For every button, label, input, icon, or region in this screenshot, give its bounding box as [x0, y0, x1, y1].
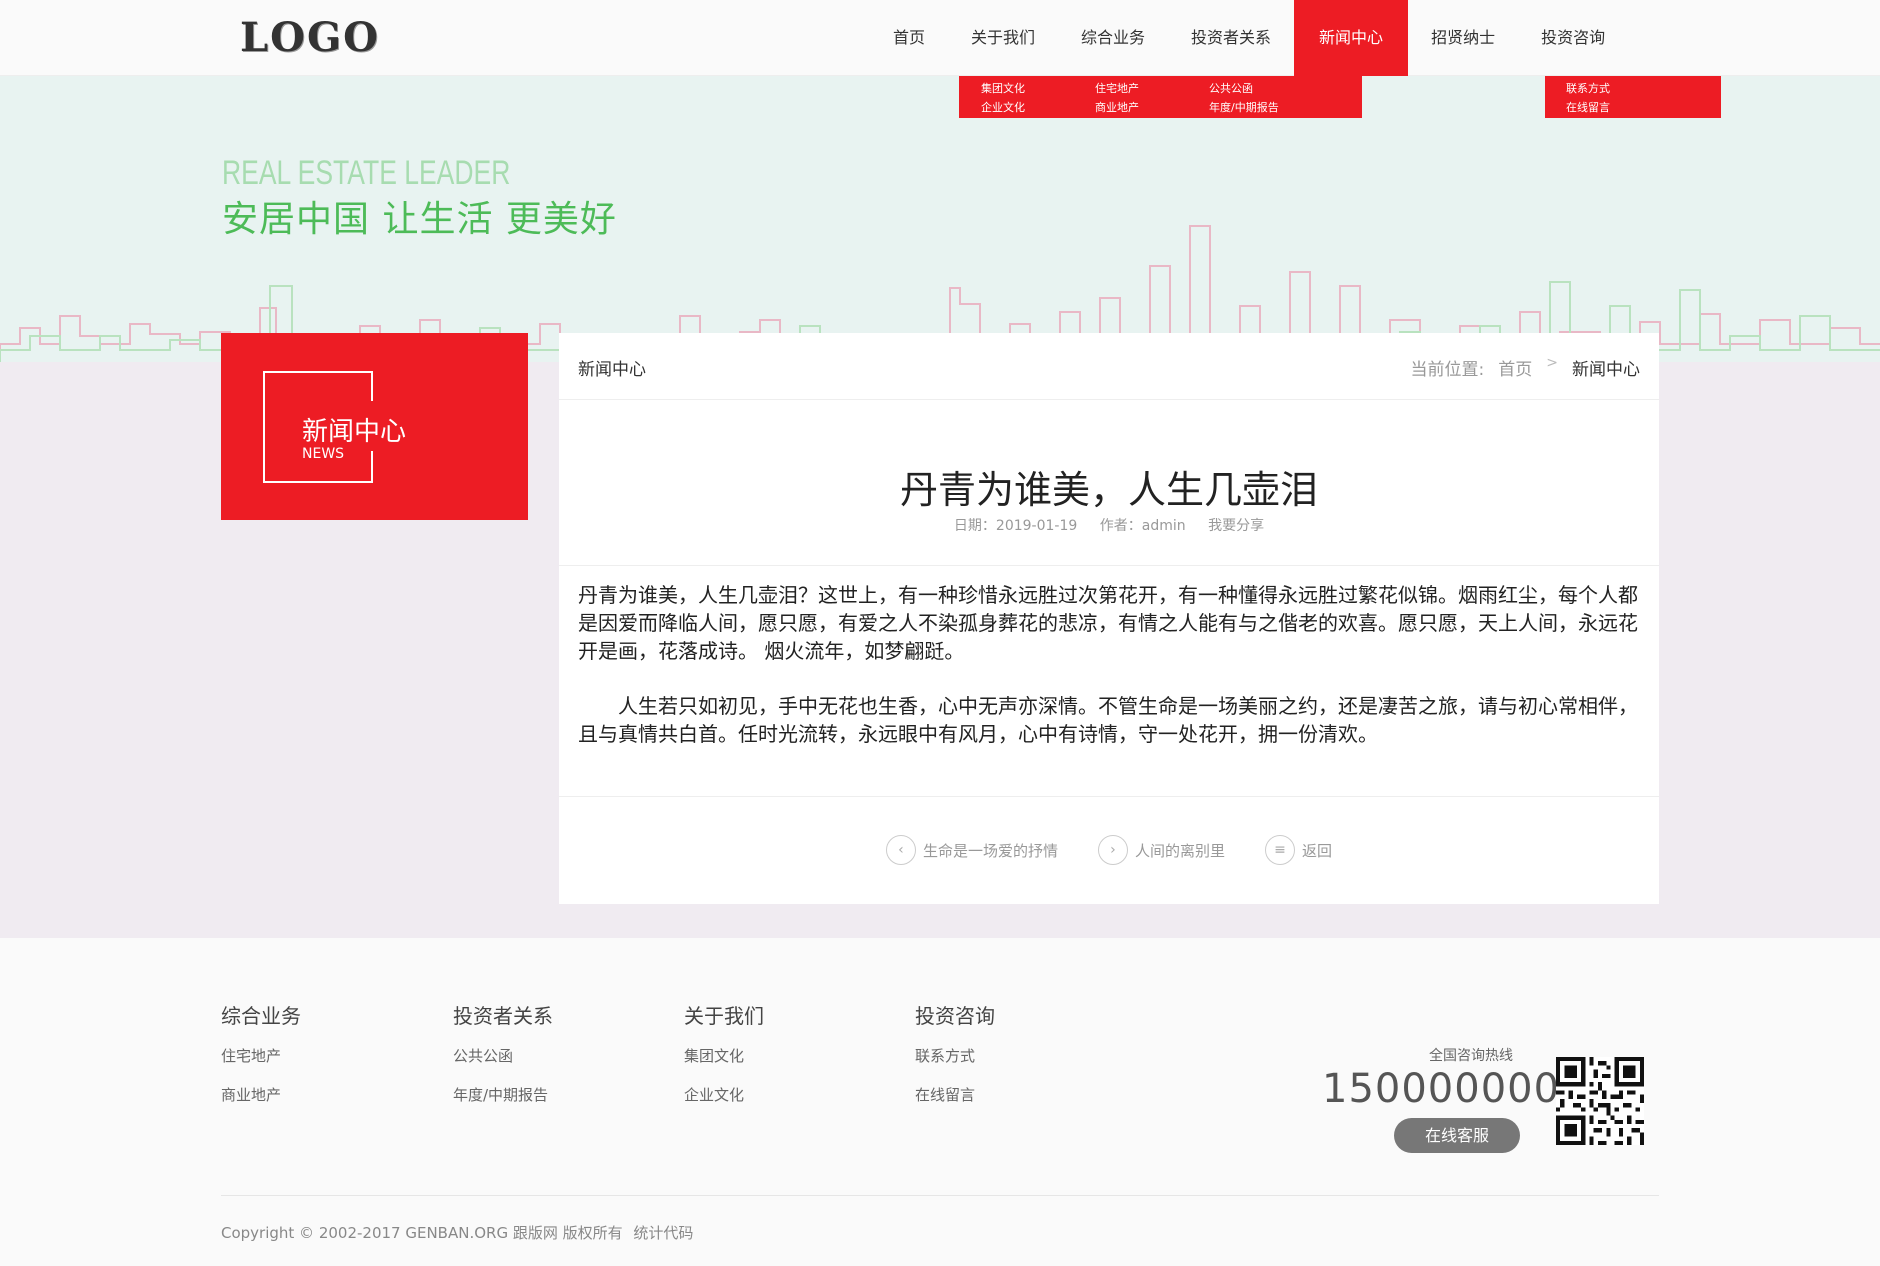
hotline-number: 150000000	[1322, 1066, 1561, 1112]
share-link[interactable]: 我要分享	[1208, 518, 1264, 534]
copyright: Copyright © 2002-2017 GENBAN.ORG 跟版网 版权所…	[221, 1222, 699, 1243]
copyright-text: Copyright © 2002-2017 GENBAN.ORG 跟版网 版权所…	[221, 1224, 623, 1242]
banner-english-slogan: REAL ESTATE LEADER	[222, 154, 511, 192]
nav-item-home[interactable]: 首页	[870, 0, 948, 76]
prev-article-link[interactable]: ‹ 生命是一场爱的抒情	[885, 835, 1058, 865]
breadcrumb-label: 当前位置:	[1410, 360, 1485, 380]
section-title-panel: 新闻中心 NEWS	[221, 333, 528, 520]
hotline-label: 全国咨询热线	[1429, 1048, 1513, 1064]
content-header: 新闻中心 当前位置: 首页 > 新闻中心	[559, 333, 1659, 400]
dropdown-item[interactable]: 年度/中期报告	[1209, 99, 1279, 115]
nav-dropdown-consult: 联系方式 在线留言	[1545, 76, 1721, 118]
section-title: 新闻中心	[302, 411, 409, 448]
dropdown-item[interactable]: 公共公函	[1209, 80, 1253, 96]
next-article-title: 人间的离别里	[1134, 841, 1225, 860]
stats-code-link[interactable]: 统计代码	[633, 1224, 693, 1242]
dropdown-item[interactable]: 联系方式	[1566, 80, 1610, 96]
article-paragraph: 人生若只如初见，手中无花也生香，心中无声亦深情。不管生命是一场美丽之约，还是凄苦…	[578, 694, 1638, 746]
footer-divider	[221, 1195, 1659, 1196]
footer-link[interactable]: 年度/中期报告	[453, 1084, 553, 1105]
chevron-right-icon: ›	[1097, 835, 1128, 865]
footer-link[interactable]: 公共公函	[453, 1045, 553, 1066]
footer-column-investors: 投资者关系 公共公函 年度/中期报告	[453, 1000, 553, 1123]
list-icon: ≡	[1265, 835, 1295, 865]
footer-column-title[interactable]: 投资咨询	[915, 1000, 995, 1029]
nav-item-careers[interactable]: 招贤纳士	[1408, 0, 1518, 76]
site-logo[interactable]: LOGO	[240, 14, 380, 61]
footer-column-title[interactable]: 关于我们	[684, 1000, 764, 1029]
article-pager: ‹ 生命是一场爱的抒情 › 人间的离别里 ≡ 返回	[559, 835, 1659, 865]
article-title: 丹青为谁美，人生几壶泪	[899, 468, 1318, 512]
site-header: LOGO 首页 关于我们 综合业务 投资者关系 新闻中心 招贤纳士 投资咨询	[0, 0, 1880, 76]
breadcrumb: 当前位置: 首页 > 新闻中心	[1411, 355, 1640, 380]
footer-link[interactable]: 联系方式	[915, 1045, 995, 1066]
nav-item-news[interactable]: 新闻中心	[1294, 0, 1409, 76]
online-service-button[interactable]: 在线客服	[1394, 1118, 1520, 1153]
chevron-left-icon: ‹	[885, 835, 916, 865]
nav-item-investors[interactable]: 投资者关系	[1168, 0, 1294, 76]
footer-link[interactable]: 集团文化	[684, 1045, 764, 1066]
footer-column-business: 综合业务 住宅地产 商业地产	[221, 1000, 301, 1123]
article-container: 新闻中心 当前位置: 首页 > 新闻中心 丹青为谁美，人生几壶泪 日期：2019…	[559, 333, 1659, 904]
nav-item-about[interactable]: 关于我们	[948, 0, 1058, 76]
dropdown-item[interactable]: 企业文化	[981, 99, 1025, 115]
divider	[559, 565, 1659, 566]
chevron-right-icon: >	[1546, 355, 1558, 371]
article-paragraph: 丹青为谁美，人生几壶泪？这世上，有一种珍惜永远胜过次第花开，有一种懂得永远胜过繁…	[578, 583, 1638, 663]
back-label: 返回	[1302, 841, 1333, 860]
dropdown-item[interactable]: 住宅地产	[1095, 80, 1139, 96]
footer-column-consult: 投资咨询 联系方式 在线留言	[915, 1000, 995, 1123]
section-subtitle: NEWS	[302, 446, 345, 462]
article-body: 丹青为谁美，人生几壶泪？这世上，有一种珍惜永远胜过次第花开，有一种懂得永远胜过繁…	[578, 581, 1638, 775]
qr-code-image	[1556, 1057, 1644, 1145]
article-author: 作者：admin	[1099, 518, 1186, 534]
footer-link[interactable]: 在线留言	[915, 1084, 995, 1105]
article-date: 日期：2019-01-19	[953, 518, 1078, 534]
footer-column-title[interactable]: 综合业务	[221, 1000, 301, 1029]
content-header-title: 新闻中心	[578, 360, 646, 380]
decorative-frame-corner	[263, 371, 373, 401]
prev-article-title: 生命是一场爱的抒情	[922, 841, 1058, 860]
nav-item-consult[interactable]: 投资咨询	[1518, 0, 1628, 76]
next-article-link[interactable]: › 人间的离别里	[1097, 835, 1225, 865]
breadcrumb-home-link[interactable]: 首页	[1498, 355, 1532, 380]
footer-link[interactable]: 住宅地产	[221, 1045, 301, 1066]
divider	[559, 796, 1659, 797]
main-nav: 首页 关于我们 综合业务 投资者关系 新闻中心 招贤纳士 投资咨询	[870, 0, 1628, 76]
footer-link[interactable]: 商业地产	[221, 1084, 301, 1105]
back-link[interactable]: ≡ 返回	[1265, 835, 1332, 865]
dropdown-item[interactable]: 在线留言	[1566, 99, 1610, 115]
dropdown-item[interactable]: 集团文化	[981, 80, 1025, 96]
dropdown-item[interactable]: 商业地产	[1095, 99, 1139, 115]
footer-column-title[interactable]: 投资者关系	[453, 1000, 553, 1029]
breadcrumb-current[interactable]: 新闻中心	[1572, 355, 1640, 380]
article-meta: 日期：2019-01-19 作者：admin 我要分享	[559, 515, 1659, 535]
nav-dropdown-main: 集团文化 住宅地产 公共公函 企业文化 商业地产 年度/中期报告	[959, 76, 1362, 118]
nav-item-business[interactable]: 综合业务	[1058, 0, 1168, 76]
site-footer: 综合业务 住宅地产 商业地产 投资者关系 公共公函 年度/中期报告 关于我们 集…	[0, 938, 1880, 1266]
page-banner: REAL ESTATE LEADER 安居中国 让生活 更美好	[0, 76, 1880, 362]
footer-link[interactable]: 企业文化	[684, 1084, 764, 1105]
footer-column-about: 关于我们 集团文化 企业文化	[684, 1000, 764, 1123]
